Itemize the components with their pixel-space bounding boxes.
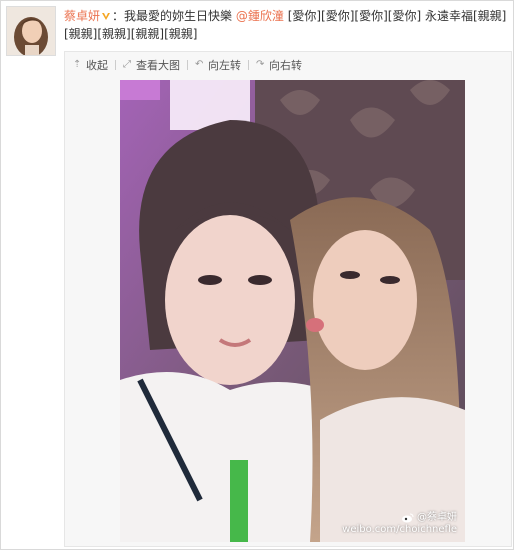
watermark-url: weibo.com/choichnefle bbox=[342, 524, 457, 535]
watermark-account: @蔡卓妍 bbox=[417, 512, 457, 523]
post-photo[interactable]: @蔡卓妍 weibo.com/choichnefle bbox=[120, 80, 465, 542]
view-large-button[interactable]: ⤢ 查看大图 bbox=[123, 57, 180, 73]
view-large-label: 查看大图 bbox=[136, 59, 180, 72]
weibo-post: 蔡卓妍 ：我最愛的妳生日快樂 @鍾欣潼 [愛你][愛你][愛你][愛你] 永遠幸福… bbox=[0, 0, 514, 550]
mention-link[interactable]: @鍾欣潼 bbox=[236, 9, 284, 23]
author-link[interactable]: 蔡卓妍 bbox=[64, 9, 100, 23]
arrow-up-icon: ⇡ bbox=[73, 59, 82, 70]
selfie-photo-illustration bbox=[120, 80, 465, 542]
rotate-right-label: 向右转 bbox=[269, 59, 302, 72]
rotate-left-icon: ↶ bbox=[195, 59, 204, 70]
collapse-button[interactable]: ⇡ 收起 bbox=[73, 57, 108, 73]
enlarge-icon: ⤢ bbox=[123, 59, 131, 70]
collapse-label: 收起 bbox=[86, 59, 108, 72]
post-text: 蔡卓妍 ：我最愛的妳生日快樂 @鍾欣潼 [愛你][愛你][愛你][愛你] 永遠幸福… bbox=[64, 7, 509, 43]
toolbar-divider bbox=[115, 60, 116, 70]
toolbar-divider bbox=[187, 60, 188, 70]
rotate-left-label: 向左转 bbox=[208, 59, 241, 72]
post-text-start: 我最愛的妳生日快樂 bbox=[124, 9, 236, 23]
avatar[interactable] bbox=[6, 6, 56, 56]
verified-badge-icon bbox=[101, 8, 111, 20]
post-separator: ： bbox=[112, 9, 125, 23]
rotate-left-button[interactable]: ↶ 向左转 bbox=[195, 57, 241, 73]
photo-watermark: @蔡卓妍 weibo.com/choichnefle bbox=[342, 512, 457, 536]
toolbar-divider bbox=[248, 60, 249, 70]
media-box: ⇡ 收起 ⤢ 查看大图 ↶ 向左转 ↷ 向右转 @蔡卓妍 weibo.com/c… bbox=[64, 51, 512, 547]
rotate-right-icon: ↷ bbox=[256, 59, 265, 70]
media-toolbar: ⇡ 收起 ⤢ 查看大图 ↶ 向左转 ↷ 向右转 bbox=[73, 57, 302, 73]
weibo-logo-icon bbox=[402, 513, 414, 523]
rotate-right-button[interactable]: ↷ 向右转 bbox=[256, 57, 302, 73]
